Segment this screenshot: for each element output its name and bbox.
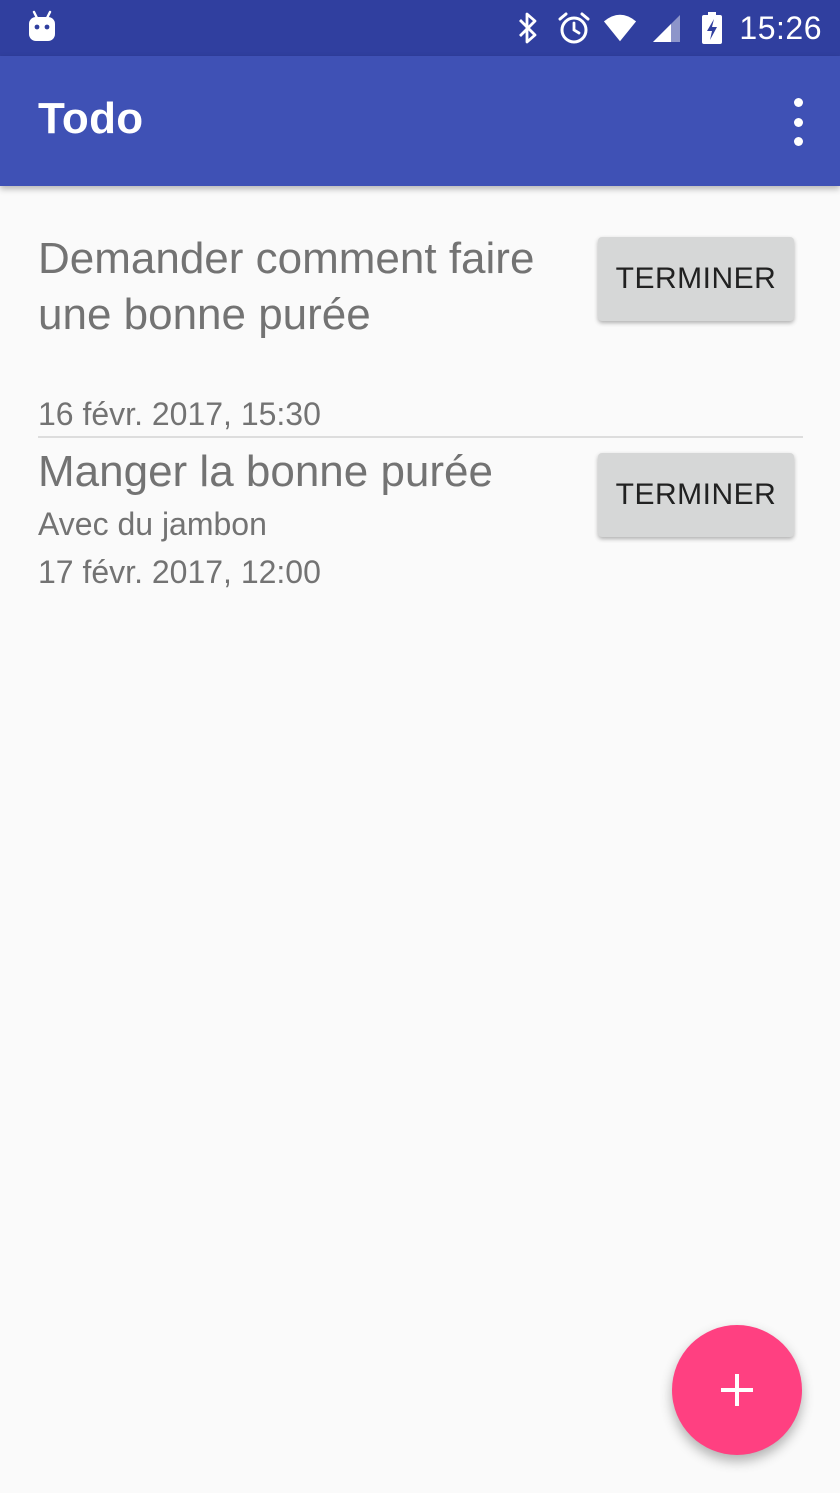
more-vert-icon[interactable] xyxy=(786,98,810,146)
todo-description: Avec du jambon xyxy=(38,506,267,542)
todo-text: Manger la bonne purée Avec du jambon 17 … xyxy=(38,444,578,596)
menu-dot xyxy=(793,137,803,146)
todo-screen: 15:26 Todo Demander comment faire une bo… xyxy=(0,0,840,1493)
wifi-icon xyxy=(603,11,637,45)
status-bar: 15:26 xyxy=(0,0,840,56)
status-time: 15:26 xyxy=(739,9,822,46)
alarm-icon xyxy=(557,11,591,45)
menu-dot xyxy=(793,117,803,127)
todo-item[interactable]: Manger la bonne purée Avec du jambon 17 … xyxy=(0,438,840,608)
app-bar: Todo xyxy=(0,56,840,186)
bluetooth-icon xyxy=(511,11,545,45)
battery-charging-icon xyxy=(695,11,729,45)
status-icons: 15:26 xyxy=(499,0,822,56)
add-icon xyxy=(721,1374,753,1406)
todo-item[interactable]: Demander comment faire une bonne purée 1… xyxy=(0,186,840,438)
todo-date: 17 févr. 2017, 12:00 xyxy=(38,554,321,590)
todo-title: Manger la bonne purée xyxy=(38,447,493,496)
todo-text: Demander comment faire une bonne purée xyxy=(38,231,578,343)
add-todo-button[interactable] xyxy=(672,1325,802,1455)
todo-date: 16 févr. 2017, 15:30 xyxy=(38,396,321,432)
android-icon xyxy=(29,10,55,41)
menu-dot xyxy=(793,98,803,107)
terminer-button[interactable]: TERMINER xyxy=(598,237,794,321)
signal-icon xyxy=(649,11,683,45)
app-title: Todo xyxy=(38,94,144,143)
todo-title: Demander comment faire une bonne purée xyxy=(38,234,535,339)
todo-date-wrap: 16 févr. 2017, 15:30 xyxy=(38,390,578,438)
terminer-button[interactable]: TERMINER xyxy=(598,453,794,537)
